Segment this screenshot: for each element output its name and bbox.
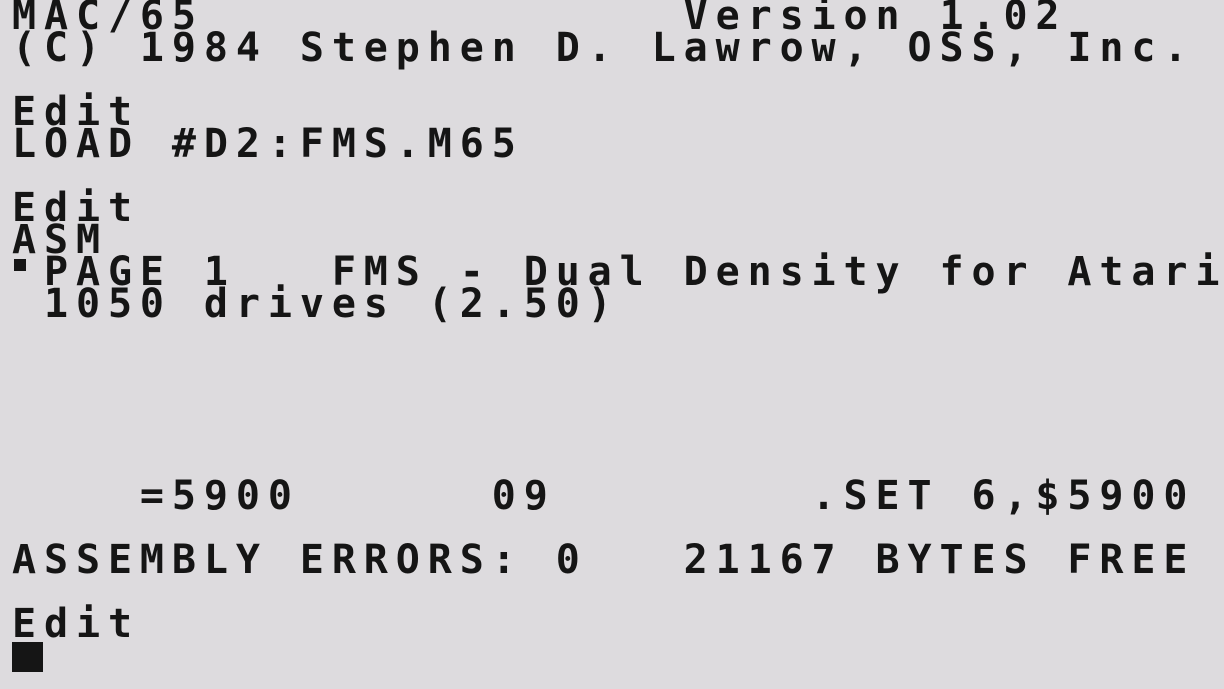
text-cursor <box>12 642 43 672</box>
prompt-edit: Edit <box>12 601 140 647</box>
page-header-line-2: 1050 drives (2.50) <box>12 281 620 327</box>
atari-text-screen[interactable]: MAC/65 Version 1.02 (C) 1984 Stephen D. … <box>0 0 1224 689</box>
assembly-summary: ASSEMBLY ERRORS: 0 21167 BYTES FREE <box>12 537 1196 583</box>
copyright-line: (C) 1984 Stephen D. Lawrow, OSS, Inc. <box>12 25 1196 71</box>
command-load: LOAD #D2:FMS.M65 <box>12 121 524 167</box>
assembly-listing-line: =5900 09 .SET 6,$5900 <box>12 473 1196 519</box>
